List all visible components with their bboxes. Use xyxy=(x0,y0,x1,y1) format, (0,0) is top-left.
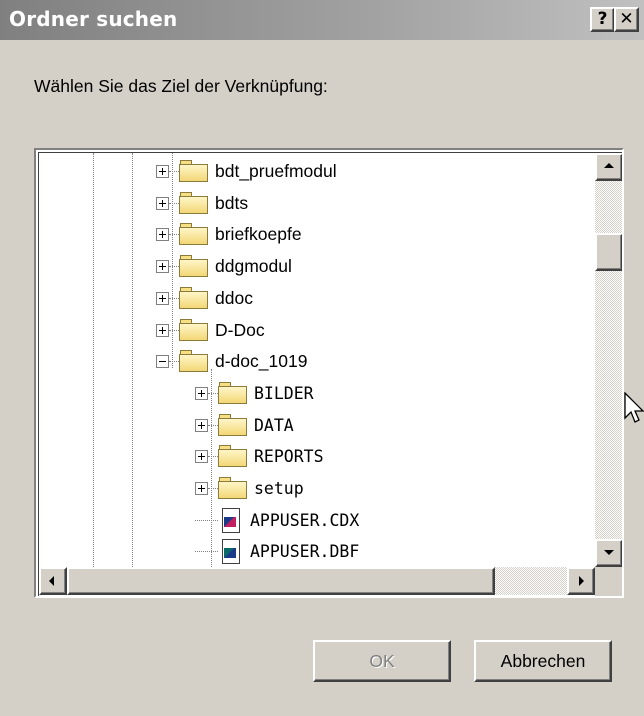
close-icon: ✕ xyxy=(619,9,634,29)
tree-folder-item[interactable]: ddgmodul xyxy=(39,251,587,283)
folder-icon xyxy=(218,382,248,404)
tree-item-label: APPUSER.CDX xyxy=(250,511,360,530)
tree-item-label: briefkoepfe xyxy=(215,224,302,244)
database-file-icon xyxy=(221,508,241,533)
tree-connector xyxy=(208,456,218,457)
tree-folder-item[interactable]: DATA xyxy=(39,410,587,442)
arrow-up-icon xyxy=(604,163,614,168)
folder-icon xyxy=(179,350,209,372)
tree-item-label: ddgmodul xyxy=(215,256,292,276)
expand-icon[interactable] xyxy=(156,260,169,273)
tree-connector xyxy=(195,520,218,521)
tree-item-label: D-Doc xyxy=(215,320,265,340)
tree-folder-item[interactable]: BILDER xyxy=(39,378,587,410)
expand-icon[interactable] xyxy=(195,482,208,495)
tree-connector xyxy=(169,298,179,299)
title-bar[interactable]: Ordner suchen ? ✕ xyxy=(0,0,644,40)
vertical-scroll-thumb[interactable] xyxy=(595,233,622,271)
scrollbar-corner xyxy=(595,567,622,596)
vertical-scrollbar[interactable] xyxy=(595,153,622,567)
tree-file-item[interactable]: APPUSER.CDX xyxy=(39,505,587,537)
tree-folder-item[interactable]: D-Doc xyxy=(39,315,587,347)
scroll-down-button[interactable] xyxy=(595,539,622,567)
expand-icon[interactable] xyxy=(156,197,169,210)
tree-folder-item[interactable]: d-doc_1019 xyxy=(39,346,587,378)
database-file-icon xyxy=(221,539,241,564)
tree-connector xyxy=(169,361,179,362)
tree-item-label: REPORTS xyxy=(254,447,324,466)
folder-tree-viewport[interactable]: bdt_pruefmodulbdts briefkoepfe ddgmodul ddo… xyxy=(38,152,622,596)
cancel-button[interactable]: Abbrechen xyxy=(474,640,612,682)
tree-item-label: DATA xyxy=(254,416,294,435)
tree-folder-item[interactable]: bdts xyxy=(39,188,587,220)
folder-icon xyxy=(179,223,209,245)
tree-connector xyxy=(169,330,179,331)
tree-item-label: ddoc xyxy=(215,288,253,308)
tree-connector xyxy=(169,171,179,172)
folder-icon xyxy=(218,414,248,436)
tree-connector xyxy=(195,551,218,552)
folder-icon xyxy=(179,192,209,214)
tree-item-label: setup xyxy=(254,479,304,498)
tree-folder-item[interactable]: ddoc xyxy=(39,283,587,315)
tree-folder-item[interactable]: setup xyxy=(39,473,587,505)
tree-folder-item[interactable]: REPORTS xyxy=(39,441,587,473)
folder-tree[interactable]: bdt_pruefmodulbdts briefkoepfe ddgmodul ddo… xyxy=(34,148,624,598)
tree-connector xyxy=(169,266,179,267)
tree-folder-item[interactable]: bdt_pruefmodul xyxy=(39,156,587,188)
expand-icon[interactable] xyxy=(195,419,208,432)
folder-icon xyxy=(218,477,248,499)
folder-icon xyxy=(179,287,209,309)
arrow-down-icon xyxy=(604,550,614,555)
expand-icon[interactable] xyxy=(156,165,169,178)
scroll-right-button[interactable] xyxy=(567,567,595,595)
window-title: Ordner suchen xyxy=(9,7,178,31)
close-button[interactable]: ✕ xyxy=(614,7,639,32)
tree-item-label: bdt_pruefmodul xyxy=(215,161,337,181)
tree-connector xyxy=(169,203,179,204)
tree-item-label: d-doc_1019 xyxy=(215,351,308,371)
tree-connector xyxy=(208,393,218,394)
expand-icon[interactable] xyxy=(195,387,208,400)
expand-icon[interactable] xyxy=(156,292,169,305)
tree-connector xyxy=(208,488,218,489)
arrow-left-icon xyxy=(49,576,54,586)
help-button[interactable]: ? xyxy=(590,7,615,32)
tree-item-label: APPUSER.DBF xyxy=(250,542,360,561)
ok-button[interactable]: OK xyxy=(313,640,451,682)
folder-icon xyxy=(179,160,209,182)
tree-connector xyxy=(208,425,218,426)
scroll-left-button[interactable] xyxy=(39,567,67,595)
folder-icon xyxy=(179,255,209,277)
horizontal-scroll-thumb[interactable] xyxy=(67,567,495,595)
folder-icon xyxy=(179,319,209,341)
tree-connector xyxy=(169,234,179,235)
tree-item-label: BILDER xyxy=(254,384,314,403)
tree-folder-item[interactable]: briefkoepfe xyxy=(39,219,587,251)
folder-icon xyxy=(218,445,248,467)
arrow-right-icon xyxy=(579,576,584,586)
expand-icon[interactable] xyxy=(156,228,169,241)
scroll-up-button[interactable] xyxy=(595,153,622,181)
tree-file-item[interactable]: APPUSER.DBF xyxy=(39,536,587,568)
horizontal-scrollbar[interactable] xyxy=(39,567,595,595)
mouse-pointer-icon xyxy=(624,392,644,423)
expand-icon[interactable] xyxy=(195,450,208,463)
collapse-icon[interactable] xyxy=(156,355,169,368)
expand-icon[interactable] xyxy=(156,324,169,337)
tree-item-label: bdts xyxy=(215,193,249,213)
dialog-prompt: Wählen Sie das Ziel der Verknüpfung: xyxy=(34,76,328,96)
